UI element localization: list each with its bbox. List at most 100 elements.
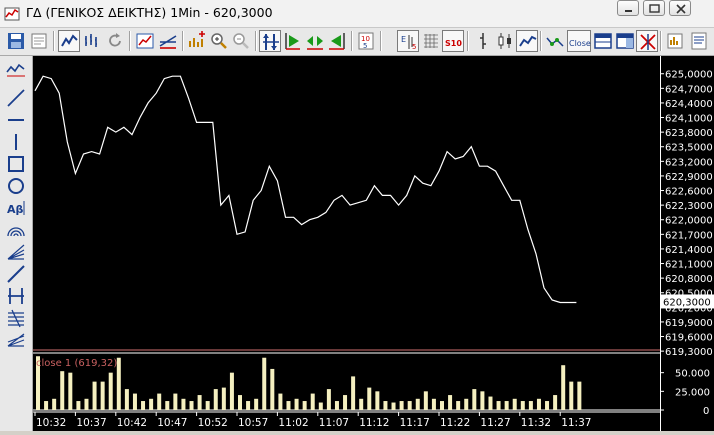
horizontal-line-tool[interactable]	[5, 110, 27, 130]
x-axis-tick-label: 11:37	[561, 417, 591, 429]
crosshair-button[interactable]	[636, 30, 658, 52]
close-label: Close	[569, 39, 591, 48]
y-axis-tick-label: 623,8000	[665, 128, 713, 139]
zoom-in-button[interactable]	[208, 30, 230, 52]
close-window-button[interactable]	[669, 0, 691, 16]
y-axis-tick-label: 624,4000	[665, 99, 713, 110]
grid-button[interactable]	[420, 30, 442, 52]
vertical-line-icon	[15, 134, 17, 150]
volume-bar	[472, 389, 477, 410]
fan-tool[interactable]	[5, 242, 27, 262]
volume-bar	[221, 387, 226, 410]
y-axis-tick-label: 624,7000	[665, 84, 713, 95]
volume-bar	[456, 401, 461, 410]
channel-tool[interactable]	[5, 286, 27, 306]
text-tool[interactable]: Aβ	[5, 198, 27, 218]
add-indicator-button[interactable]	[186, 30, 208, 52]
rectangle-tool[interactable]	[5, 154, 27, 174]
autoscale-button[interactable]	[259, 30, 281, 52]
volume-bar	[415, 398, 420, 410]
report-button[interactable]	[688, 30, 710, 52]
vertical-line-tool[interactable]	[5, 132, 27, 152]
volume-bar	[399, 401, 404, 410]
step-button[interactable]	[304, 30, 326, 52]
chart-settings-button[interactable]	[134, 30, 156, 52]
print-preview-icon	[31, 33, 47, 49]
minimize-button[interactable]	[617, 0, 639, 16]
bid-ask-icon: E5	[401, 35, 416, 51]
volume-bar	[367, 387, 372, 410]
volume-bar	[229, 372, 234, 410]
price-line	[34, 75, 577, 304]
back-button[interactable]	[326, 30, 348, 52]
title-bar: ΓΔ (ΓΕΝΙΚΟΣ ΔΕΙΚΤΗΣ) 1Min - 620,3000	[0, 0, 714, 28]
zoom-out-icon	[233, 33, 249, 49]
toolbar-separator	[53, 31, 55, 51]
close-line-button[interactable]	[544, 30, 566, 52]
volume-bar	[76, 401, 81, 410]
volume-bar	[577, 381, 582, 410]
x-axis-tick-label: 11:27	[480, 417, 510, 429]
print-preview-button[interactable]	[28, 30, 50, 52]
text-tool-icon: Aβ	[7, 201, 25, 216]
y-axis-tick-label: 621,7000	[665, 230, 713, 241]
toolbar-separator	[182, 31, 184, 51]
circle-tool[interactable]	[5, 176, 27, 196]
panel-button[interactable]	[614, 30, 636, 52]
close-button[interactable]: Close	[567, 30, 591, 52]
y-axis-tick-label: 622,9000	[665, 172, 713, 183]
volume-bar	[165, 401, 170, 410]
volume-bar	[310, 393, 315, 410]
volume-button[interactable]: S10	[442, 30, 464, 52]
chart-type-tool[interactable]	[5, 60, 27, 80]
bar-chart-icon	[85, 34, 97, 47]
volume-bar	[512, 398, 517, 410]
volume-bar	[553, 395, 558, 410]
y-axis-tick-label: 621,4000	[665, 245, 713, 256]
line-style-icon	[519, 35, 537, 47]
back-icon	[329, 33, 345, 50]
ray-tool[interactable]	[5, 264, 27, 284]
arc-tool[interactable]	[5, 220, 27, 240]
window-button[interactable]	[592, 30, 614, 52]
refresh-icon	[109, 33, 121, 47]
volume-bar	[375, 391, 380, 410]
zoom-out-button[interactable]	[230, 30, 252, 52]
save-button[interactable]	[5, 30, 27, 52]
bar-chart-button[interactable]	[81, 30, 103, 52]
play-button[interactable]	[282, 30, 304, 52]
y-axis-tick-label: 619,3000	[665, 347, 713, 358]
restore-button[interactable]	[643, 0, 665, 16]
candlestick-button[interactable]	[494, 30, 516, 52]
volume-bar	[351, 376, 356, 410]
s10-label: S10	[445, 39, 462, 48]
crosshair-icon	[640, 34, 656, 50]
line-tool-icon	[7, 89, 25, 107]
x-axis-tick-label: 10:42	[117, 417, 147, 429]
volume-bar	[528, 401, 533, 410]
fibonacci-tool[interactable]	[5, 308, 27, 328]
price-axis-scale: 625,0000 624,7000 624,4000 624,1000 623,8000…	[661, 70, 714, 417]
volume-bar	[286, 401, 291, 410]
bid-ask-button[interactable]: E5	[397, 30, 419, 52]
export-button[interactable]	[664, 30, 686, 52]
y-axis-tick-label: 625,0000	[665, 70, 713, 81]
trendline-button[interactable]	[157, 30, 179, 52]
window-title: ΓΔ (ΓΕΝΙΚΟΣ ΔΕΙΚΤΗΣ) 1Min - 620,3000	[26, 5, 273, 20]
line-chart-button[interactable]	[58, 30, 80, 52]
chart-area[interactable]: close 1 (619,32) 10:32 10:37 10:42 10:47 10:5…	[33, 56, 660, 431]
price-chart[interactable]: close 1 (619,32) 10:32 10:37 10:42 10:47 10:5…	[33, 56, 660, 431]
drawing-toolbar: Aβ	[0, 56, 33, 431]
report-icon	[691, 32, 707, 50]
volume-bar	[488, 396, 493, 410]
circle-icon	[8, 178, 24, 194]
gann-tool[interactable]	[5, 330, 27, 350]
refresh-button[interactable]	[104, 30, 126, 52]
candle-bar-button[interactable]	[472, 30, 494, 52]
indicator-list-button[interactable]: 10 5	[355, 30, 377, 52]
line-style-button[interactable]	[516, 30, 538, 52]
volume-bar	[464, 398, 469, 410]
line-tool[interactable]	[5, 88, 27, 108]
volume-bar	[431, 398, 436, 410]
x-axis-tick-label: 11:02	[278, 417, 308, 429]
